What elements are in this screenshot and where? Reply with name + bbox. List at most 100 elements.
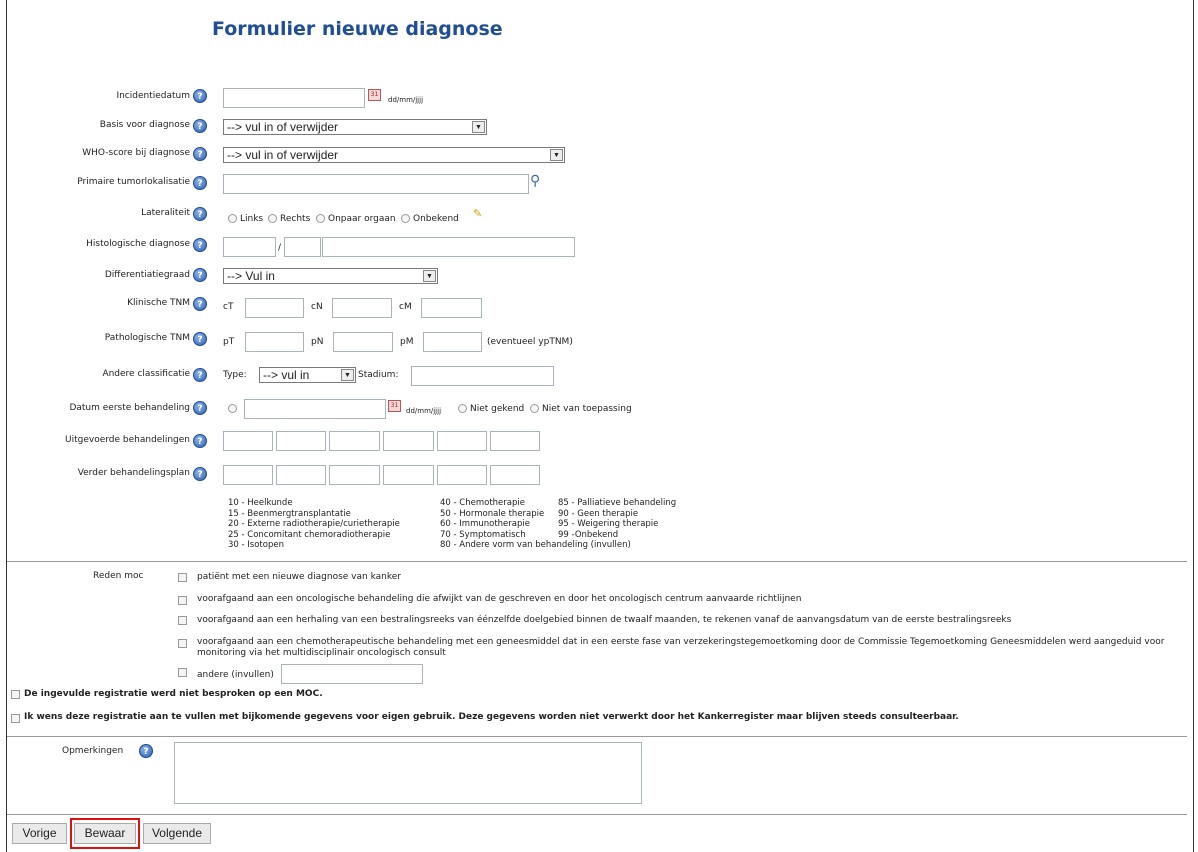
lateraliteit-onpaar-radio[interactable] <box>316 214 325 223</box>
volgende-button[interactable]: Volgende <box>143 823 211 844</box>
verder-code-3[interactable] <box>329 465 380 485</box>
vorige-button[interactable]: Vorige <box>12 823 67 844</box>
reden-option-4: voorafgaand aan een chemotherapeutische … <box>197 637 1165 647</box>
chevron-down-icon: ▼ <box>550 149 563 161</box>
histologie-description-input[interactable] <box>322 237 575 257</box>
lateraliteit-onbekend-label: Onbekend <box>413 214 459 224</box>
pt-input[interactable] <box>245 332 304 352</box>
stadium-input[interactable] <box>411 366 554 386</box>
divider <box>7 561 1187 562</box>
lateraliteit-onbekend-radio[interactable] <box>401 214 410 223</box>
niet-van-toepassing-label: Niet van toepassing <box>542 404 632 414</box>
help-icon[interactable]: ? <box>193 238 207 252</box>
pn-input[interactable] <box>333 332 393 352</box>
histologie-part1-input[interactable] <box>223 237 276 257</box>
lateraliteit-rechts-label: Rechts <box>280 214 311 224</box>
calendar-icon[interactable]: 31 <box>368 89 381 101</box>
uitgevoerde-code-5[interactable] <box>437 431 487 451</box>
help-icon[interactable]: ? <box>193 89 207 103</box>
help-icon[interactable]: ? <box>193 401 207 415</box>
label-verder-behandelingsplan: Verder behandelingsplan <box>77 468 190 478</box>
ct-input[interactable] <box>245 298 304 318</box>
andere-invullen-input[interactable] <box>281 664 423 684</box>
opmerkingen-label: Opmerkingen <box>62 746 124 756</box>
verder-code-5[interactable] <box>437 465 487 485</box>
pt-label: pT <box>223 337 235 347</box>
page-title: Formulier nieuwe diagnose <box>212 18 503 40</box>
uitgevoerde-code-2[interactable] <box>276 431 326 451</box>
primaire-tumorlokalisatie-input[interactable] <box>223 174 529 194</box>
cm-label: cM <box>399 302 412 312</box>
cm-input[interactable] <box>421 298 482 318</box>
datum-eerste-behandeling-input[interactable] <box>244 399 386 419</box>
pm-input[interactable] <box>423 332 482 352</box>
help-icon[interactable]: ? <box>193 147 207 161</box>
verder-code-1[interactable] <box>223 465 273 485</box>
label-uitgevoerde-behandelingen: Uitgevoerde behandelingen <box>65 435 190 445</box>
pn-label: pN <box>311 337 324 347</box>
incidentiedatum-input[interactable] <box>223 88 365 108</box>
classificatie-type-select[interactable]: --> vul in ▼ <box>259 367 356 383</box>
eigen-gebruik-checkbox[interactable] <box>11 714 20 723</box>
help-icon[interactable]: ? <box>193 434 207 448</box>
niet-besproken-checkbox[interactable] <box>11 690 20 699</box>
niet-van-toepassing-radio[interactable] <box>530 404 539 413</box>
label-histologische-diagnose: Histologische diagnose <box>86 239 190 249</box>
histologie-part2-input[interactable] <box>284 237 321 257</box>
reden-checkbox-2[interactable] <box>178 596 187 605</box>
help-icon[interactable]: ? <box>193 119 207 133</box>
verder-code-2[interactable] <box>276 465 326 485</box>
label-who-score: WHO-score bij diagnose <box>82 148 190 158</box>
reden-option-1: patiënt met een nieuwe diagnose van kank… <box>197 572 401 582</box>
help-icon[interactable]: ? <box>193 368 207 382</box>
reden-option-andere: andere (invullen) <box>197 670 274 680</box>
reden-checkbox-4[interactable] <box>178 639 187 648</box>
lateraliteit-links-radio[interactable] <box>228 214 237 223</box>
help-icon[interactable]: ? <box>193 207 207 221</box>
ct-label: cT <box>223 302 234 312</box>
verder-code-6[interactable] <box>490 465 540 485</box>
reden-checkbox-1[interactable] <box>178 573 187 582</box>
code-legend-col3: 85 - Palliatieve behandeling 90 - Geen t… <box>558 498 677 540</box>
date-format-hint: dd/mm/jjjj <box>388 96 424 104</box>
help-icon[interactable]: ? <box>193 268 207 282</box>
label-lateraliteit: Lateraliteit <box>141 208 190 218</box>
chevron-down-icon: ▼ <box>341 369 354 381</box>
help-icon[interactable]: ? <box>193 176 207 190</box>
uitgevoerde-code-3[interactable] <box>329 431 380 451</box>
reden-option-2: voorafgaand aan een oncologische behande… <box>197 594 802 604</box>
cn-input[interactable] <box>332 298 392 318</box>
uitgevoerde-code-6[interactable] <box>490 431 540 451</box>
label-differentiatiegraad: Differentiatiegraad <box>104 270 190 280</box>
search-icon[interactable]: ⚲ <box>530 173 540 189</box>
datum-radio[interactable] <box>228 404 237 413</box>
help-icon[interactable]: ? <box>139 744 153 758</box>
label-andere-classificatie: Andere classificatie <box>102 369 190 379</box>
help-icon[interactable]: ? <box>193 467 207 481</box>
calendar-icon[interactable]: 31 <box>388 400 401 412</box>
uitgevoerde-code-1[interactable] <box>223 431 273 451</box>
help-icon[interactable]: ? <box>193 297 207 311</box>
chevron-down-icon: ▼ <box>423 270 436 282</box>
reden-checkbox-andere[interactable] <box>178 668 187 677</box>
uitgevoerde-code-4[interactable] <box>383 431 434 451</box>
lateraliteit-rechts-radio[interactable] <box>268 214 277 223</box>
yptnm-note: (eventueel ypTNM) <box>487 337 573 347</box>
lateraliteit-links-label: Links <box>240 214 264 224</box>
basis-diagnose-select[interactable]: --> vul in of verwijder ▼ <box>223 119 487 135</box>
histologie-separator: / <box>278 243 282 253</box>
type-label: Type: <box>223 370 247 380</box>
differentiatiegraad-select[interactable]: --> Vul in ▼ <box>223 268 438 284</box>
eigen-gebruik-label: Ik wens deze registratie aan te vullen m… <box>24 712 959 722</box>
eraser-icon[interactable]: ✎ <box>473 207 482 220</box>
niet-gekend-radio[interactable] <box>458 404 467 413</box>
lateraliteit-onpaar-label: Onpaar orgaan <box>328 214 396 224</box>
who-score-select[interactable]: --> vul in of verwijder ▼ <box>223 147 565 163</box>
date-format-hint: dd/mm/jjjj <box>406 407 442 415</box>
reden-checkbox-3[interactable] <box>178 616 187 625</box>
label-basis-diagnose: Basis voor diagnose <box>99 120 190 130</box>
reden-option-4-cont: monitoring via het multidisciplinair onc… <box>197 648 446 658</box>
opmerkingen-textarea[interactable] <box>174 742 642 804</box>
help-icon[interactable]: ? <box>193 332 207 346</box>
verder-code-4[interactable] <box>383 465 434 485</box>
